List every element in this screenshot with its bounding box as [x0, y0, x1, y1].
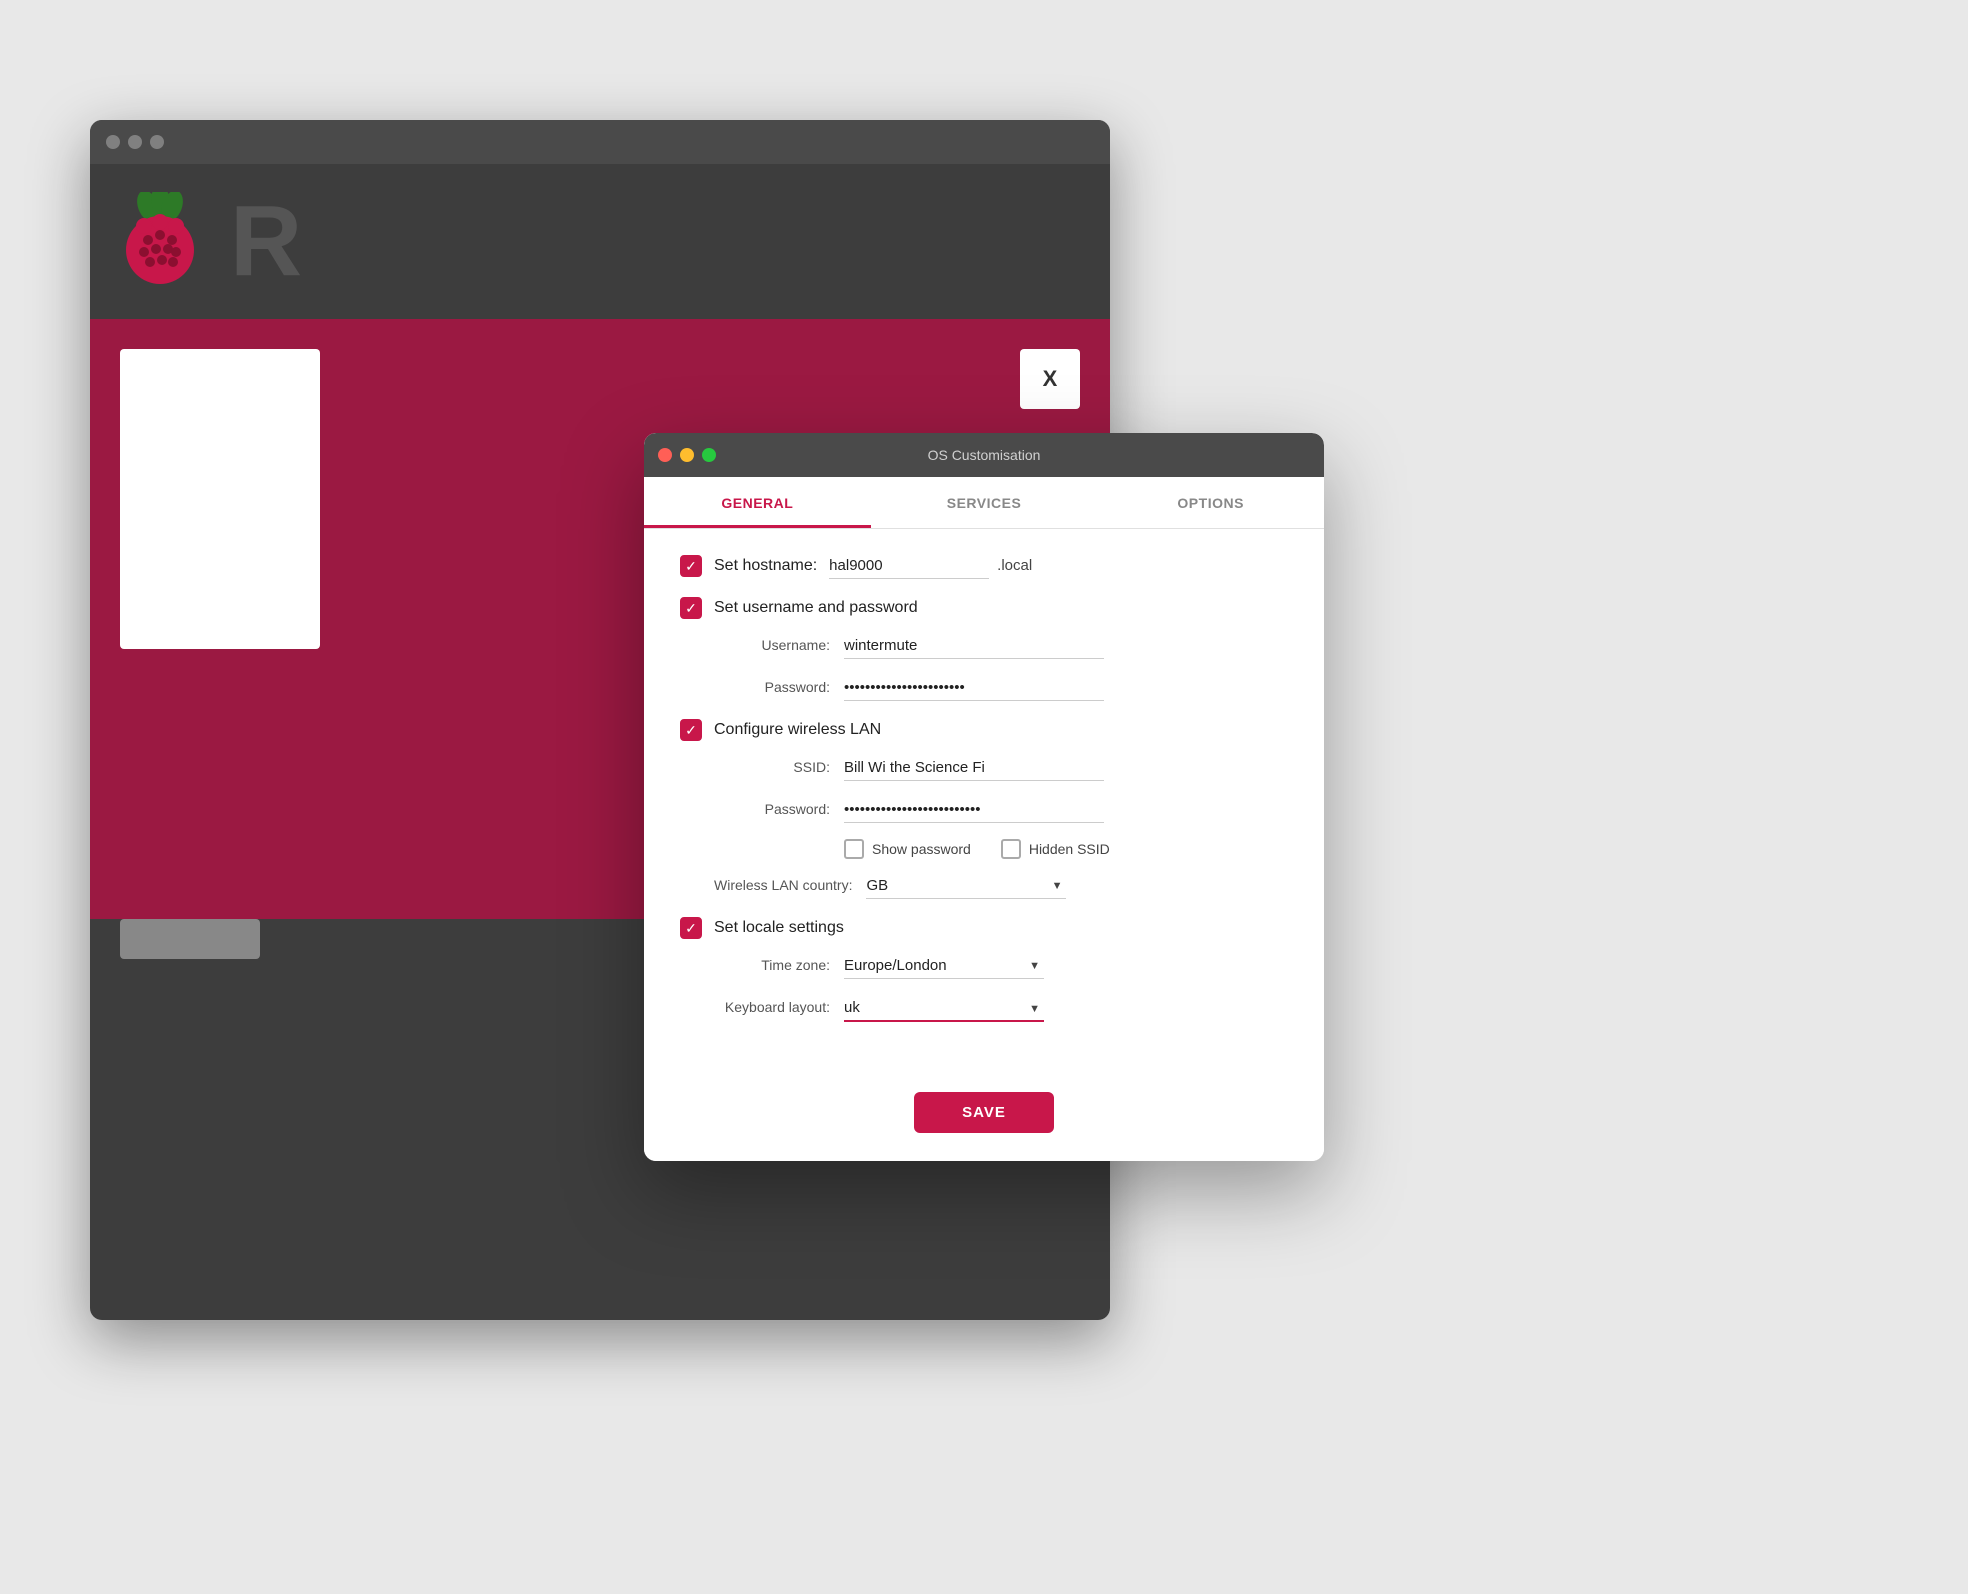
ssid-row: SSID: [680, 755, 1288, 781]
username-input[interactable] [844, 633, 1104, 659]
user-password-section: ✓ Set username and password Username: Pa… [680, 597, 1288, 701]
locale-checkmark: ✓ [685, 921, 697, 935]
keyboard-row: Keyboard layout: uk us de [680, 995, 1288, 1022]
wifi-password-input[interactable] [844, 797, 1104, 823]
wifi-options-row: Show password Hidden SSID [810, 839, 1288, 859]
dialog-titlebar: OS Customisation [644, 433, 1324, 477]
close-dot[interactable] [658, 448, 672, 462]
bg-r-letter: R [230, 184, 302, 299]
locale-checkbox-row: ✓ Set locale settings [680, 917, 1288, 939]
bg-titlebar [90, 120, 1110, 164]
user-password-row: Password: [680, 675, 1288, 701]
hostname-section: ✓ Set hostname: .local [680, 553, 1288, 579]
hostname-checkbox-row: ✓ Set hostname: .local [680, 553, 1288, 579]
timezone-label: Time zone: [714, 957, 844, 973]
wireless-lan-label: Configure wireless LAN [714, 721, 881, 739]
username-label: Username: [714, 637, 844, 653]
bg-dot-1 [106, 135, 120, 149]
locale-section: ✓ Set locale settings Time zone: Europe/… [680, 917, 1288, 1022]
ssid-input[interactable] [844, 755, 1104, 781]
maximize-dot[interactable] [702, 448, 716, 462]
hidden-ssid-checkbox[interactable] [1001, 839, 1021, 859]
bg-gray-btn [120, 919, 260, 959]
hidden-ssid-label: Hidden SSID [1029, 841, 1110, 857]
hostname-input[interactable] [829, 553, 989, 579]
wireless-lan-checkbox-row: ✓ Configure wireless LAN [680, 719, 1288, 741]
bg-raspberry-area: R [90, 164, 1110, 319]
save-button[interactable]: SAVE [914, 1092, 1054, 1133]
wireless-lan-checkmark: ✓ [685, 723, 697, 737]
country-row: Wireless LAN country: GB US DE FR [680, 873, 1288, 899]
tab-services[interactable]: SERVICES [871, 477, 1098, 528]
user-password-checkbox[interactable]: ✓ [680, 597, 702, 619]
country-select[interactable]: GB US DE FR [866, 873, 1066, 899]
dialog-title: OS Customisation [928, 447, 1041, 463]
hostname-checkmark: ✓ [685, 559, 697, 573]
wifi-password-row: Password: [680, 797, 1288, 823]
timezone-row: Time zone: Europe/London America/New_Yor… [680, 953, 1288, 979]
titlebar-dots [658, 448, 716, 462]
bg-dot-3 [150, 135, 164, 149]
user-password-field-label: Password: [714, 679, 844, 695]
keyboard-label: Keyboard layout: [714, 999, 844, 1015]
hostname-checkbox[interactable]: ✓ [680, 555, 702, 577]
os-customisation-dialog: OS Customisation GENERAL SERVICES OPTION… [644, 433, 1324, 1161]
hostname-label: Set hostname: [714, 557, 817, 575]
save-area: SAVE [644, 1070, 1324, 1161]
user-password-checkbox-row: ✓ Set username and password [680, 597, 1288, 619]
keyboard-select[interactable]: uk us de [844, 995, 1044, 1022]
country-select-wrapper: GB US DE FR [866, 873, 1066, 899]
bg-dot-2 [128, 135, 142, 149]
hostname-input-row: .local [829, 553, 1032, 579]
timezone-select-wrapper: Europe/London America/New_York Asia/Toky… [844, 953, 1044, 979]
bg-white-panel [120, 349, 320, 649]
raspberry-logo [110, 192, 210, 292]
show-password-item: Show password [844, 839, 971, 859]
tab-content-general: ✓ Set hostname: .local ✓ Set username an… [644, 529, 1324, 1070]
user-password-label: Set username and password [714, 599, 918, 617]
hostname-suffix: .local [997, 557, 1032, 574]
wireless-lan-section: ✓ Configure wireless LAN SSID: Password:… [680, 719, 1288, 899]
minimize-dot[interactable] [680, 448, 694, 462]
keyboard-select-wrapper: uk us de [844, 995, 1044, 1022]
wireless-lan-checkbox[interactable]: ✓ [680, 719, 702, 741]
username-row: Username: [680, 633, 1288, 659]
bg-x-box: X [1020, 349, 1080, 409]
hidden-ssid-item: Hidden SSID [1001, 839, 1110, 859]
user-password-checkmark: ✓ [685, 601, 697, 615]
ssid-label: SSID: [714, 759, 844, 775]
show-password-label: Show password [872, 841, 971, 857]
country-label: Wireless LAN country: [714, 877, 866, 893]
locale-label: Set locale settings [714, 919, 844, 937]
locale-checkbox[interactable]: ✓ [680, 917, 702, 939]
tab-bar: GENERAL SERVICES OPTIONS [644, 477, 1324, 529]
user-password-input[interactable] [844, 675, 1104, 701]
timezone-select[interactable]: Europe/London America/New_York Asia/Toky… [844, 953, 1044, 979]
tab-options[interactable]: OPTIONS [1097, 477, 1324, 528]
tab-general[interactable]: GENERAL [644, 477, 871, 528]
wifi-password-label: Password: [714, 801, 844, 817]
show-password-checkbox[interactable] [844, 839, 864, 859]
